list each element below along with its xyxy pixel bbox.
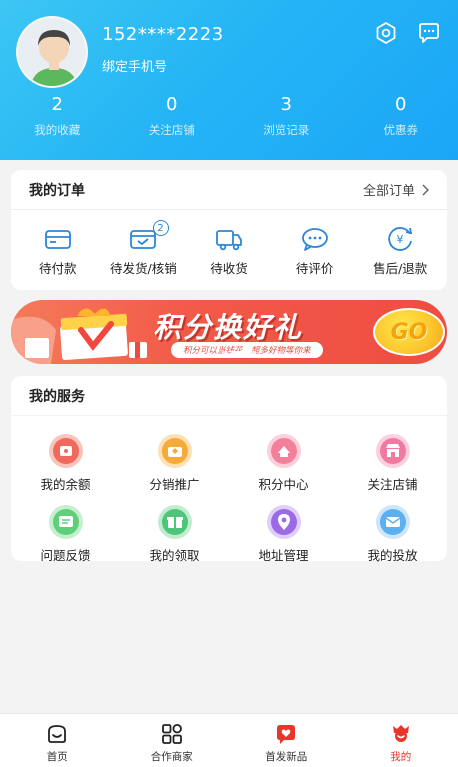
services-header: 我的服务	[11, 376, 447, 416]
order-pending-payment[interactable]: 待付款	[15, 226, 101, 277]
wallet-balance-icon	[48, 434, 83, 468]
go-button[interactable]: GO	[373, 308, 445, 356]
home-icon	[48, 725, 67, 743]
truck-icon	[216, 230, 242, 251]
service-label: 我的余额	[40, 477, 91, 492]
service-label: 分销推广	[149, 477, 200, 492]
service-distribution[interactable]: 分销推广	[120, 434, 229, 493]
stat-label: 关注店铺	[148, 123, 195, 137]
order-status-row: 待付款 2 待发货/核销 待收货 待评价 ¥ 售后/退款	[11, 210, 447, 277]
services-grid: 我的余额 分销推广 积分中心 关注店铺 问题反馈 我的领取 地址管理 我的投放	[11, 416, 447, 564]
tab-partners[interactable]: 合作商家	[115, 714, 230, 767]
order-pending-receipt[interactable]: 待收货	[186, 226, 272, 277]
settings-hex-icon[interactable]	[373, 20, 399, 46]
tab-label: 合作商家	[150, 751, 193, 763]
service-balance[interactable]: 我的余额	[11, 434, 120, 493]
location-icon	[266, 505, 301, 539]
tab-label: 首发新品	[265, 751, 308, 763]
order-label: 待收货	[210, 261, 248, 276]
gift-icon	[157, 505, 192, 539]
svg-text:¥: ¥	[397, 233, 404, 246]
avatar[interactable]	[16, 16, 88, 88]
services-card: 我的服务 我的余额 分销推广 积分中心 关注店铺 问题反馈 我的领取 地址管理 …	[11, 376, 447, 564]
tab-new-products[interactable]: 首发新品	[229, 714, 344, 767]
stat-favorites[interactable]: 2 我的收藏	[0, 94, 115, 138]
stat-value: 2	[51, 94, 63, 115]
carousel-indicator	[222, 351, 256, 355]
tab-label: 我的	[390, 751, 412, 763]
service-feedback[interactable]: 问题反馈	[11, 505, 120, 564]
store-icon	[375, 434, 410, 468]
services-title: 我的服务	[29, 388, 85, 405]
points-icon	[266, 434, 301, 468]
gift-box-illustration	[11, 308, 147, 364]
phone-number: 152****2223	[102, 24, 224, 45]
order-label: 待发货/核销	[110, 261, 177, 276]
stat-label: 浏览记录	[263, 123, 310, 137]
order-after-sales[interactable]: ¥ 售后/退款	[357, 226, 443, 277]
refund-icon: ¥	[388, 227, 413, 251]
service-points-center[interactable]: 积分中心	[229, 434, 338, 493]
distribution-icon	[157, 434, 192, 468]
stats-row: 2 我的收藏 0 关注店铺 3 浏览记录 0 优惠券	[0, 94, 458, 138]
service-label: 问题反馈	[40, 548, 91, 563]
tab-label: 首页	[46, 751, 68, 763]
service-my-claims[interactable]: 我的领取	[120, 505, 229, 564]
stat-label: 我的收藏	[34, 123, 81, 137]
chevron-right-icon	[422, 183, 429, 196]
service-label: 地址管理	[258, 548, 309, 563]
service-my-placements[interactable]: 我的投放	[338, 505, 447, 564]
service-label: 我的投放	[367, 548, 418, 563]
all-orders-link[interactable]: 全部订单	[363, 180, 429, 199]
stat-label: 优惠券	[383, 123, 419, 137]
order-pending-shipment[interactable]: 2 待发货/核销	[101, 220, 187, 277]
order-pending-review[interactable]: 待评价	[272, 226, 358, 277]
service-followed-stores[interactable]: 关注店铺	[338, 434, 447, 493]
order-label: 售后/退款	[373, 261, 428, 276]
profile-icon	[392, 725, 409, 742]
stat-value: 0	[395, 94, 407, 115]
wallet-icon	[44, 230, 71, 249]
stat-history[interactable]: 3 浏览记录	[229, 94, 344, 138]
stat-followed-stores[interactable]: 0 关注店铺	[115, 94, 230, 138]
grid-icon	[161, 723, 182, 744]
stat-value: 3	[280, 94, 292, 115]
all-orders-label: 全部订单	[362, 184, 415, 199]
service-label: 关注店铺	[367, 477, 418, 492]
comment-icon	[301, 228, 328, 251]
tab-mine[interactable]: 我的	[344, 714, 458, 767]
tab-home[interactable]: 首页	[0, 714, 115, 767]
bottom-tab-bar: 首页 合作商家 首发新品 我的	[0, 713, 458, 767]
message-icon[interactable]	[416, 20, 442, 46]
banner-title: 积分换好礼	[153, 311, 304, 344]
stat-value: 0	[166, 94, 178, 115]
orders-header: 我的订单 全部订单	[11, 170, 447, 210]
order-count-badge: 2	[152, 220, 169, 236]
feedback-icon	[48, 505, 83, 539]
heart-chat-icon	[277, 725, 296, 744]
bind-phone-link[interactable]: 绑定手机号	[102, 56, 167, 75]
service-address-management[interactable]: 地址管理	[229, 505, 338, 564]
orders-title: 我的订单	[29, 182, 85, 199]
service-label: 积分中心	[258, 477, 309, 492]
orders-card: 我的订单 全部订单 待付款 2 待发货/核销 待收货 待评价 ¥ 售后/退款	[11, 170, 447, 290]
order-label: 待付款	[39, 261, 77, 276]
order-label: 待评价	[295, 261, 334, 276]
service-label: 我的领取	[149, 548, 200, 563]
profile-header: 152****2223 绑定手机号 2 我的收藏 0 关注店铺 3 浏览记录 0…	[0, 0, 458, 160]
stat-coupons[interactable]: 0 优惠券	[344, 94, 458, 138]
banner-subtitle: 积分可以当钱花，超多好物等你来	[171, 342, 323, 358]
mail-icon	[375, 505, 410, 539]
